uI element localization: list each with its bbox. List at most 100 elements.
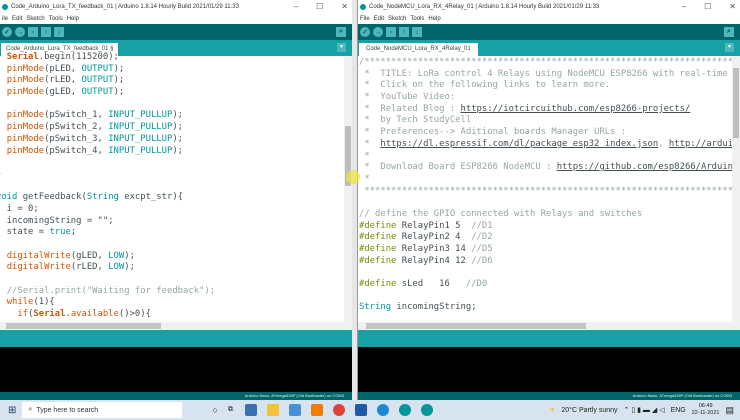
menu-file[interactable]: File <box>360 16 370 22</box>
windows-start-icon[interactable]: ⊞ <box>8 405 16 416</box>
code-token <box>0 87 7 97</box>
save-icon[interactable]: ↓ <box>54 27 64 37</box>
maximize-icon[interactable]: ☐ <box>704 0 711 14</box>
menu-tools[interactable]: Tools <box>410 16 424 22</box>
code-line: * TITLE: LoRa control 4 Relays using Nod… <box>359 69 732 81</box>
notifications-icon[interactable]: ▤ <box>725 405 734 416</box>
code-token: if <box>17 309 28 318</box>
code-token: (gLED, <box>71 251 108 261</box>
code-token: RelayPin3 14 <box>396 244 471 254</box>
tab-strip: Code_NodeMCU_Lora_RX_4Relay_01 ▾ <box>358 40 740 56</box>
code-token: digitalWrite <box>7 262 71 272</box>
cortana-icon[interactable]: ○ <box>212 405 217 415</box>
chrome-icon[interactable] <box>333 404 345 416</box>
code-line: * <box>359 151 732 163</box>
tab-menu-icon[interactable]: ▾ <box>337 43 346 52</box>
menu-help[interactable]: Help <box>67 16 79 22</box>
vlc-icon[interactable] <box>311 404 323 416</box>
minimize-icon[interactable]: – <box>682 0 686 14</box>
horizontal-scrollbar[interactable] <box>0 322 352 330</box>
menu-help[interactable]: Help <box>428 16 440 22</box>
menu-file[interactable]: ile <box>2 16 8 22</box>
code-token: available <box>71 309 119 318</box>
message-area <box>358 330 740 347</box>
menu-sketch[interactable]: Sketch <box>388 16 406 22</box>
code-token: OUTPUT <box>82 75 114 85</box>
verify-icon[interactable]: ✓ <box>2 27 12 37</box>
save-icon[interactable]: ↓ <box>412 27 422 37</box>
serial-monitor-icon[interactable]: ⌕ <box>724 27 734 37</box>
code-token: INPUT_PULLUP <box>108 146 172 156</box>
weather-icon: ☀ <box>549 406 555 414</box>
file-explorer-icon[interactable] <box>267 404 279 416</box>
new-icon[interactable]: ▫ <box>28 27 38 37</box>
task-view-icon[interactable]: ⧉ <box>228 406 233 414</box>
code-line: //Serial.print("Waiting for feedback"); <box>0 286 344 298</box>
vertical-scrollbar[interactable] <box>344 56 352 322</box>
code-line <box>0 99 344 111</box>
code-line: pinMode(pSwitch_3, INPUT_PULLUP); <box>0 134 344 146</box>
code-link[interactable]: https://dl.espressif.com/dl/package_esp3… <box>380 139 658 149</box>
maximize-icon[interactable]: ☐ <box>316 0 323 14</box>
menu-edit[interactable]: Edit <box>12 16 22 22</box>
weather-text[interactable]: 20°C Partly sunny <box>561 407 617 414</box>
code-line: * https://dl.espressif.com/dl/package_es… <box>359 139 732 151</box>
vertical-scrollbar[interactable] <box>732 56 740 322</box>
title-bar: Code_Arduino_Lora_TX_feedback_01 | Ardui… <box>0 0 352 14</box>
left-ide-window: Code_Arduino_Lora_TX_feedback_01 | Ardui… <box>0 0 352 400</box>
code-editor[interactable]: /***************************************… <box>359 57 732 323</box>
code-line: * Related Blog : https://iotcircuithub.c… <box>359 104 732 116</box>
upload-icon[interactable]: → <box>15 27 25 37</box>
photos-icon[interactable] <box>355 404 367 416</box>
code-token: i = 0; <box>0 204 39 214</box>
close-icon[interactable]: ✕ <box>341 0 348 14</box>
tab-menu-icon[interactable]: ▾ <box>725 43 734 52</box>
code-link[interactable]: https://github.com/esp8266/Arduino <box>557 162 732 172</box>
code-token: incomingString = ""; <box>0 216 114 226</box>
clock[interactable]: 06:4922-11-2021 <box>692 403 720 417</box>
code-token: * <box>359 139 380 149</box>
code-line: * Download Board ESP8266 NodeMCU : https… <box>359 162 732 174</box>
code-line: String incomingString; <box>359 302 732 314</box>
menu-tools[interactable]: Tools <box>49 16 63 22</box>
minimize-icon[interactable]: – <box>294 0 298 14</box>
code-token: true <box>49 227 70 237</box>
code-token <box>0 297 7 307</box>
code-editor[interactable]: Serial.begin(115200); pinMode(pLED, OUTP… <box>0 52 344 318</box>
close-icon[interactable]: ✕ <box>729 0 736 14</box>
language-indicator[interactable]: ENG <box>671 407 686 414</box>
upload-icon[interactable]: → <box>373 27 383 37</box>
arduino-taskbar-icon[interactable] <box>399 404 411 416</box>
code-line <box>359 291 732 303</box>
horizontal-scrollbar[interactable] <box>358 322 740 330</box>
code-line: digitalWrite(gLED, LOW); <box>0 251 344 263</box>
serial-monitor-icon[interactable]: ⌕ <box>336 27 346 37</box>
code-token: /***************************************… <box>359 57 732 67</box>
code-token: //D5 <box>471 244 492 254</box>
code-line: } <box>0 169 344 181</box>
new-icon[interactable]: ▫ <box>386 27 396 37</box>
search-box[interactable]: ⌕Type here to search <box>22 402 182 418</box>
tray-icons[interactable]: ⌃ ▯ ▮ ▬ ◢ ◁ <box>624 406 665 414</box>
tab-sketch[interactable]: Code_NodeMCU_Lora_RX_4Relay_01 <box>359 43 478 56</box>
edge-icon[interactable] <box>377 404 389 416</box>
verify-icon[interactable]: ✓ <box>360 27 370 37</box>
code-link[interactable]: https://iotcircuithub.com/esp8266-projec… <box>461 104 691 114</box>
code-link[interactable]: http://arduino.esp8266 <box>669 139 732 149</box>
arduino-icon <box>2 4 8 10</box>
arduino-taskbar-icon[interactable] <box>421 404 433 416</box>
code-line: digitalWrite(rLED, LOW); <box>0 262 344 274</box>
open-icon[interactable]: ↑ <box>399 27 409 37</box>
code-token: ); <box>114 75 125 85</box>
code-token: excpt_str){ <box>119 192 183 202</box>
code-token: * <box>359 174 370 184</box>
code-token: * <box>359 151 370 161</box>
menu-edit[interactable]: Edit <box>374 16 384 22</box>
app-icon[interactable] <box>289 404 301 416</box>
app-icon[interactable] <box>245 404 257 416</box>
code-line: pinMode(pLED, OUTPUT); <box>0 64 344 76</box>
code-token: ; <box>71 227 76 237</box>
system-tray: ☀ 20°C Partly sunny ⌃ ▯ ▮ ▬ ◢ ◁ ENG 06:49… <box>549 403 740 417</box>
menu-sketch[interactable]: Sketch <box>26 16 44 22</box>
open-icon[interactable]: ↑ <box>41 27 51 37</box>
